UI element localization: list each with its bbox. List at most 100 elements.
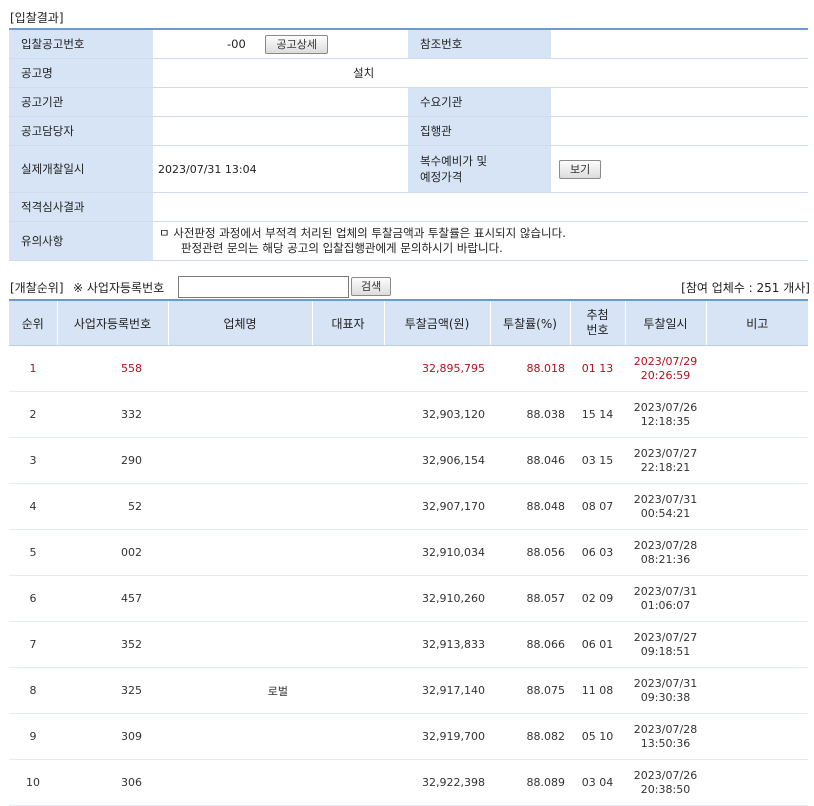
col-rate-header: 투찰률(%) bbox=[490, 300, 571, 346]
ref-no-label: 참조번호 bbox=[408, 29, 551, 59]
bizno-cell[interactable]: 457 bbox=[57, 575, 168, 622]
bizno-cell[interactable]: 309 bbox=[57, 713, 168, 760]
note-cell bbox=[706, 437, 808, 484]
rate-cell: 88.082 bbox=[490, 713, 570, 760]
notice-name-cell: 설치 bbox=[153, 58, 808, 88]
bizno-search-input[interactable] bbox=[178, 276, 349, 298]
company-cell bbox=[168, 345, 312, 392]
bid-time: 12:18:35 bbox=[640, 414, 691, 428]
company-cell bbox=[168, 529, 312, 576]
rank-cell: 1 bbox=[9, 345, 57, 392]
lottery-cell: 03 15 bbox=[570, 437, 625, 484]
rep-cell bbox=[312, 667, 384, 714]
demand-agency-value bbox=[551, 87, 808, 117]
bizno-cell[interactable]: 306 bbox=[57, 759, 168, 806]
amount-cell: 32,910,260 bbox=[384, 575, 490, 622]
bid-date: 2023/07/31 bbox=[633, 584, 698, 598]
company-cell bbox=[168, 391, 312, 438]
rank-cell: 7 bbox=[9, 621, 57, 668]
table-row: 1 558 32,895,795 88.018 01 13 2023/07/29 20:26… bbox=[9, 345, 808, 392]
company-cell bbox=[168, 759, 312, 806]
remarks-label: 유의사항 bbox=[9, 221, 153, 261]
note-cell bbox=[706, 621, 808, 668]
rate-cell: 88.075 bbox=[490, 667, 570, 714]
table-row: 4 52 32,907,170 88.048 08 07 2023/07/31 00:54:… bbox=[9, 483, 808, 530]
table-row: 5 002 32,910,034 88.056 06 03 2023/07/28 08:21… bbox=[9, 529, 808, 576]
company-cell bbox=[168, 713, 312, 760]
bid-time: 09:18:51 bbox=[640, 644, 691, 658]
rank-cell: 5 bbox=[9, 529, 57, 576]
note-cell bbox=[706, 575, 808, 622]
rep-cell bbox=[312, 345, 384, 392]
bizno-cell[interactable]: 290 bbox=[57, 437, 168, 484]
amount-cell: 32,907,170 bbox=[384, 483, 490, 530]
rank-cell: 3 bbox=[9, 437, 57, 484]
table-row: 10 306 32,922,398 88.089 03 04 2023/07/26 20:3… bbox=[9, 759, 808, 806]
col-lottery-header-1: 추첨 bbox=[586, 308, 609, 322]
date-cell: 2023/07/27 22:18:21 bbox=[625, 437, 706, 484]
rep-cell bbox=[312, 621, 384, 668]
amount-cell: 32,895,795 bbox=[384, 345, 490, 392]
table-row: 3 290 32,906,154 88.046 03 15 2023/07/27 22:18… bbox=[9, 437, 808, 484]
bid-time: 00:54:21 bbox=[640, 506, 691, 520]
note-cell bbox=[706, 713, 808, 760]
amount-cell: 32,917,140 bbox=[384, 667, 490, 714]
executor-label: 집행관 bbox=[408, 116, 551, 146]
company-cell bbox=[168, 437, 312, 484]
col-date-header: 투찰일시 bbox=[625, 300, 707, 346]
notice-name-label: 공고명 bbox=[9, 58, 153, 88]
bizno-cell[interactable]: 325 bbox=[57, 667, 168, 714]
lottery-cell: 01 13 bbox=[570, 345, 625, 392]
rank-cell: 10 bbox=[9, 759, 57, 806]
rank-cell: 8 bbox=[9, 667, 57, 714]
notice-no-cell: -00 공고상세 bbox=[153, 29, 408, 59]
notice-detail-button[interactable]: 공고상세 bbox=[265, 34, 328, 54]
note-cell bbox=[706, 759, 808, 806]
rep-cell bbox=[312, 483, 384, 530]
bid-date: 2023/07/31 bbox=[633, 676, 698, 690]
bizno-cell[interactable]: 332 bbox=[57, 391, 168, 438]
bid-time: 20:38:50 bbox=[640, 782, 691, 796]
bid-date: 2023/07/28 bbox=[633, 538, 698, 552]
bid-info-table: 입찰공고번호 -00 공고상세 참조번호 공고명 설치 공고기관 수요기관 공고… bbox=[9, 28, 808, 261]
rank-cell: 9 bbox=[9, 713, 57, 760]
lottery-cell: 02 09 bbox=[570, 575, 625, 622]
bid-date: 2023/07/29 bbox=[633, 354, 698, 368]
bid-time: 20:26:59 bbox=[640, 368, 691, 382]
note-cell bbox=[706, 667, 808, 714]
date-cell: 2023/07/29 20:26:59 bbox=[625, 345, 706, 392]
open-date-label: 실제개찰일시 bbox=[9, 145, 153, 193]
bizno-cell[interactable]: 558 bbox=[57, 345, 168, 392]
rep-cell bbox=[312, 713, 384, 760]
agency-value bbox=[153, 87, 408, 117]
lottery-cell: 05 10 bbox=[570, 713, 625, 760]
review-label: 적격심사결과 bbox=[9, 192, 153, 222]
search-button[interactable]: 검색 bbox=[351, 277, 392, 296]
rank-table-header: 순위 사업자등록번호 업체명 대표자 투찰금액(원) 투찰률(%) 추첨 번호 … bbox=[9, 300, 808, 346]
col-rep-header: 대표자 bbox=[312, 300, 385, 346]
rate-cell: 88.046 bbox=[490, 437, 570, 484]
table-row: 6 457 32,910,260 88.057 02 09 2023/07/31 01:06… bbox=[9, 575, 808, 622]
bid-date: 2023/07/26 bbox=[633, 400, 698, 414]
rep-cell bbox=[312, 437, 384, 484]
review-value bbox=[153, 192, 808, 222]
view-button[interactable]: 보기 bbox=[559, 159, 602, 179]
amount-cell: 32,922,398 bbox=[384, 759, 490, 806]
date-cell: 2023/07/31 00:54:21 bbox=[625, 483, 706, 530]
date-cell: 2023/07/27 09:18:51 bbox=[625, 621, 706, 668]
bizno-cell[interactable]: 002 bbox=[57, 529, 168, 576]
rep-cell bbox=[312, 391, 384, 438]
search-bar: [개찰순위] ※ 사업자등록번호 검색 [참여 업체수 : 251 개사] bbox=[10, 276, 810, 298]
remarks-line-2: 판정관련 문의는 해당 공고의 입찰집행관에게 문의하시기 바랍니다. bbox=[181, 241, 503, 255]
bid-date: 2023/07/27 bbox=[633, 630, 698, 644]
ref-no-value bbox=[551, 29, 808, 59]
table-row: 2 332 32,903,120 88.038 15 14 2023/07/26 12:18… bbox=[9, 391, 808, 438]
lottery-cell: 03 04 bbox=[570, 759, 625, 806]
company-cell bbox=[168, 575, 312, 622]
col-lottery-header: 추첨 번호 bbox=[570, 300, 626, 346]
rank-label: [개찰순위] bbox=[10, 281, 64, 295]
bizno-cell[interactable]: 52 bbox=[57, 483, 168, 530]
bizno-cell[interactable]: 352 bbox=[57, 621, 168, 668]
company-cell: 로벌 bbox=[168, 667, 312, 714]
bid-time: 13:50:36 bbox=[640, 736, 691, 750]
